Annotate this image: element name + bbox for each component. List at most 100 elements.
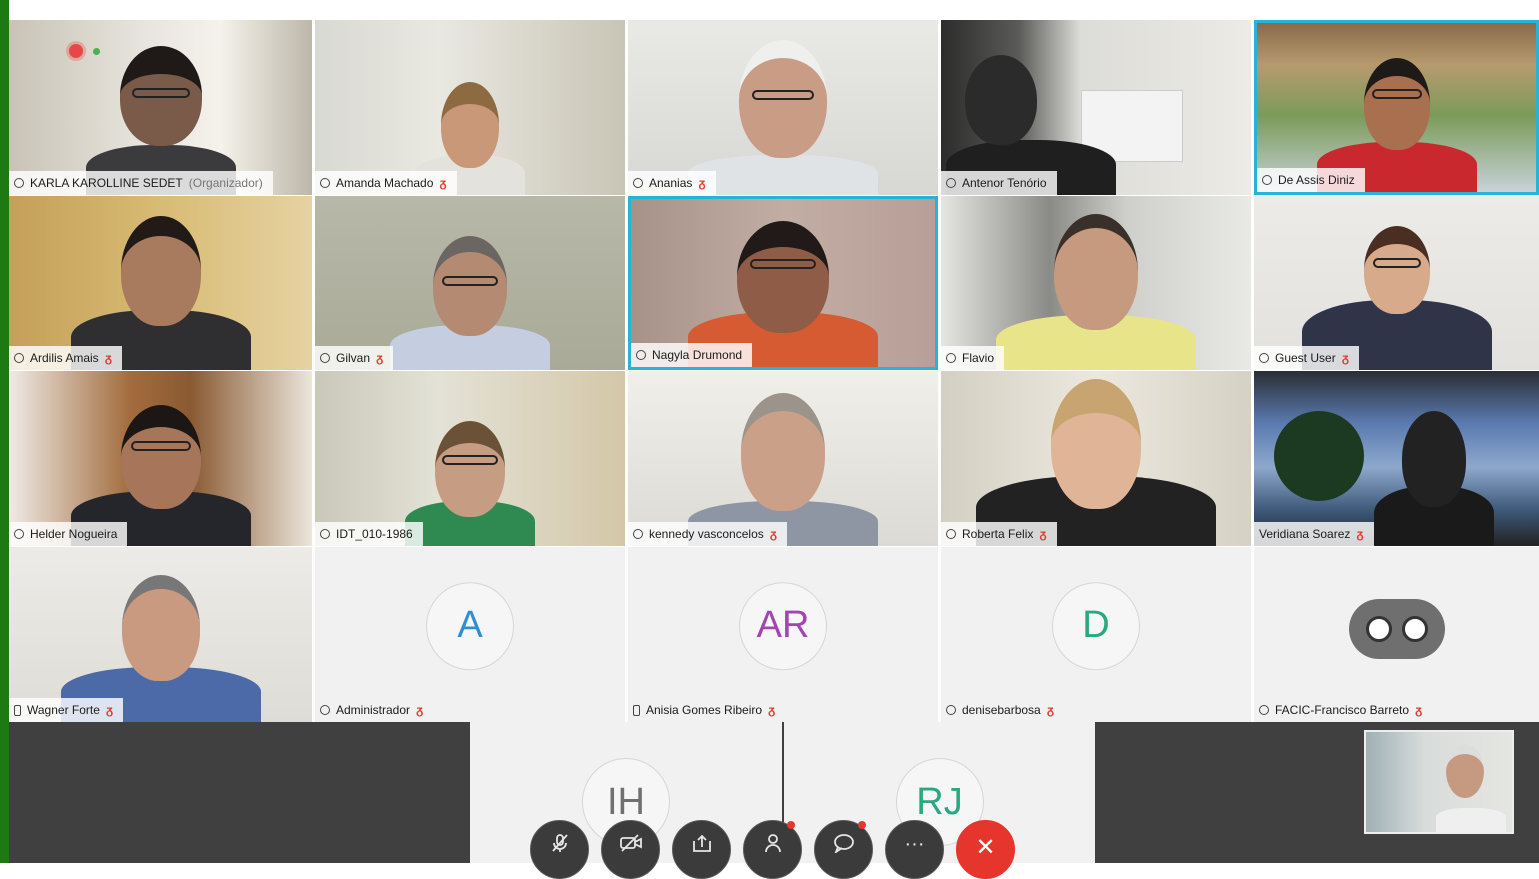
participant-name-bar: De Assis Diniz	[1257, 168, 1365, 192]
mic-icon	[946, 178, 956, 188]
avatar-logo	[1348, 598, 1445, 659]
participant-tile[interactable]: FACIC-Francisco Barreto ᵹ	[1254, 547, 1539, 722]
participant-tile[interactable]: kennedy vasconcelos ᵹ	[628, 371, 938, 546]
participant-name-bar: Administrador ᵹ	[315, 698, 433, 722]
participant-name-bar: Ananias ᵹ	[628, 171, 716, 195]
participant-name-bar: Veridiana Soarez ᵹ	[1254, 522, 1374, 546]
participant-tile[interactable]: AR Anisia Gomes Ribeiro ᵹ	[628, 547, 938, 722]
participant-name: Nagyla Drumond	[652, 348, 743, 362]
participant-tile[interactable]: Wagner Forte ᵹ	[9, 547, 312, 722]
mic-icon	[946, 705, 956, 715]
more-button[interactable]: ···	[885, 820, 944, 879]
participant-tile[interactable]: Guest User ᵹ	[1254, 196, 1539, 370]
mic-muted-icon: ᵹ	[416, 703, 424, 717]
participant-name: Amanda Machado	[336, 176, 434, 190]
share-icon	[692, 834, 711, 852]
more-icon: ···	[904, 833, 925, 855]
participant-name-bar: Nagyla Drumond	[631, 343, 753, 367]
participant-tile-active-speaker[interactable]: De Assis Diniz	[1254, 20, 1539, 195]
chat-button[interactable]	[814, 820, 873, 879]
participant-tile[interactable]: Ardilis Amais ᵹ	[9, 196, 312, 370]
participant-tile[interactable]: KARLA KAROLLINE SEDET (Organizador)	[9, 20, 312, 195]
participant-name: denisebarbosa	[962, 703, 1041, 717]
avatar-initials: AR	[756, 604, 810, 647]
top-strip	[9, 0, 1539, 20]
mic-icon	[320, 353, 330, 363]
participant-tile[interactable]: Roberta Felix ᵹ	[941, 371, 1251, 546]
participant-name: FACIC-Francisco Barreto	[1275, 703, 1410, 717]
participant-tile[interactable]: A Administrador ᵹ	[315, 547, 625, 722]
mic-muted-icon: ᵹ	[105, 703, 114, 717]
phone-icon	[633, 704, 640, 716]
participant-tile[interactable]: IDT_010-1986	[315, 371, 625, 546]
end-call-icon: ✕	[975, 834, 996, 861]
participant-name: Ardilis Amais	[30, 351, 99, 365]
participant-role: (Organizador)	[188, 176, 263, 190]
participant-name: Flavio	[962, 351, 995, 365]
call-toolbar: ··· ✕	[530, 820, 1030, 879]
participant-name-bar: Flavio	[941, 346, 1005, 370]
share-button[interactable]	[672, 820, 731, 879]
participant-name-bar: Antenor Tenório	[941, 171, 1057, 195]
participant-tile[interactable]: Flavio	[941, 196, 1251, 370]
participant-name-bar: Ardilis Amais ᵹ	[9, 346, 122, 370]
phone-icon	[14, 704, 21, 716]
participant-tile[interactable]: Antenor Tenório	[941, 20, 1251, 195]
mic-muted-icon: ᵹ	[376, 351, 384, 365]
mute-button[interactable]	[530, 820, 589, 879]
mic-icon	[14, 178, 24, 188]
avatar-initials: IH	[607, 780, 645, 823]
end-call-button[interactable]: ✕	[956, 820, 1015, 879]
participant-name-bar: Gilvan ᵹ	[315, 346, 394, 370]
participant-name: De Assis Diniz	[1278, 173, 1355, 187]
participant-tile[interactable]: Helder Nogueira	[9, 371, 312, 546]
participants-button[interactable]	[743, 820, 802, 879]
mic-icon	[1259, 705, 1269, 715]
participant-name-bar: IDT_010-1986	[315, 522, 423, 546]
mic-icon	[14, 353, 24, 363]
video-button[interactable]	[601, 820, 660, 879]
participant-tile[interactable]: Veridiana Soarez ᵹ	[1254, 371, 1539, 546]
mic-muted-icon: ᵹ	[1039, 527, 1047, 541]
participant-tile[interactable]: Gilvan ᵹ	[315, 196, 625, 370]
avatar: AR	[739, 581, 827, 670]
participant-name: Anisia Gomes Ribeiro	[646, 703, 763, 717]
self-view[interactable]	[1364, 730, 1514, 834]
participant-tile-active-speaker[interactable]: Nagyla Drumond	[628, 196, 938, 370]
notification-badge	[858, 821, 866, 829]
participant-grid: KARLA KAROLLINE SEDET (Organizador) Aman…	[9, 20, 1539, 722]
participant-tile[interactable]: D denisebarbosa ᵹ	[941, 547, 1251, 722]
mic-icon	[946, 529, 956, 539]
avatar: D	[1052, 581, 1140, 670]
participant-tile[interactable]: Ananias ᵹ	[628, 20, 938, 195]
avatar: A	[426, 581, 514, 670]
participant-name: IDT_010-1986	[336, 527, 413, 541]
avatar-initials: D	[1082, 604, 1110, 647]
recording-icon	[69, 44, 83, 58]
participant-name-bar: kennedy vasconcelos ᵹ	[628, 522, 788, 546]
tree-silhouette	[1274, 411, 1364, 501]
mic-icon	[320, 178, 330, 188]
participant-name: Ananias	[649, 176, 693, 190]
participant-name: Gilvan	[336, 351, 371, 365]
mic-icon	[946, 353, 956, 363]
participant-name: Veridiana Soarez	[1259, 527, 1351, 541]
participant-name: Administrador	[336, 703, 411, 717]
logo-eye-icon	[1365, 615, 1392, 642]
participant-name: KARLA KAROLLINE SEDET	[30, 176, 183, 190]
participant-tile[interactable]: Amanda Machado ᵹ	[315, 20, 625, 195]
status-dot	[93, 48, 100, 55]
participant-name-bar: Amanda Machado ᵹ	[315, 171, 457, 195]
video-off-icon	[619, 834, 642, 852]
brand-bar	[0, 0, 9, 863]
chat-icon	[833, 834, 854, 853]
mic-muted-icon: ᵹ	[1415, 703, 1423, 717]
mic-icon	[633, 529, 643, 539]
mic-muted-icon: ᵹ	[768, 703, 776, 717]
mic-muted-icon: ᵹ	[104, 351, 112, 365]
mic-muted-icon: ᵹ	[1341, 351, 1349, 365]
participant-name-bar: denisebarbosa ᵹ	[941, 698, 1064, 722]
mic-icon	[1262, 175, 1272, 185]
participants-icon	[764, 834, 781, 853]
notification-badge	[787, 821, 795, 829]
